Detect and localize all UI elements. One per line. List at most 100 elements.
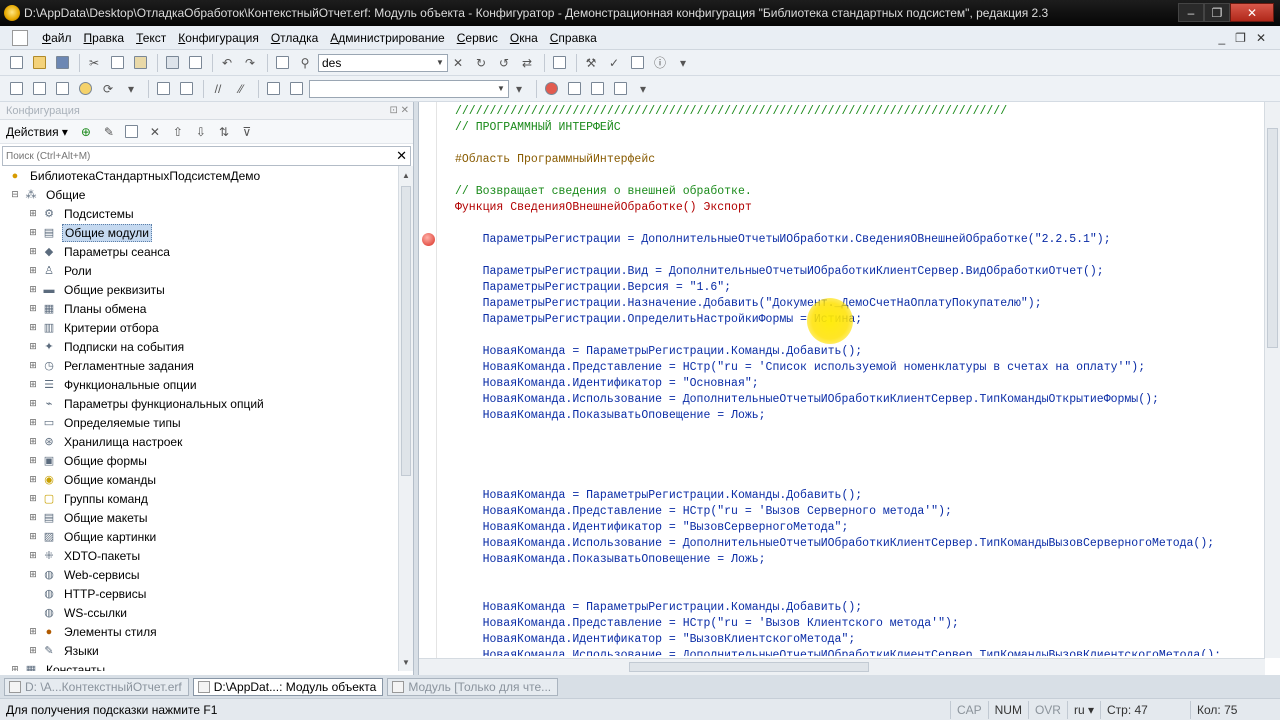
disable-breakpoint-icon[interactable]	[610, 79, 630, 99]
breakpoint-icon[interactable]	[541, 79, 561, 99]
code-editor[interactable]: ////////////////////////////////////////…	[418, 102, 1280, 675]
chevron-down-icon[interactable]: ▼	[494, 81, 508, 97]
move-down-icon[interactable]: ⇩	[191, 122, 211, 142]
mdi-close-button[interactable]: ✕	[1256, 31, 1266, 45]
code-line[interactable]: ПараметрыРегистрации.ОпределитьНастройки…	[455, 312, 1263, 328]
code-line[interactable]: НоваяКоманда = ПараметрыРегистрации.Кома…	[455, 344, 1263, 360]
menu-configuration[interactable]: Конфигурация	[172, 31, 265, 45]
tree-item-xdto-packages[interactable]: ⊞ ⁜ XDTO-пакеты	[0, 546, 398, 565]
menu-service[interactable]: Сервис	[451, 31, 504, 45]
window-tab-object-module[interactable]: D:\AppDat...: Модуль объекта	[192, 677, 384, 696]
tree-item-subsystems[interactable]: ⊞ ⚙ Подсистемы	[0, 204, 398, 223]
expand-icon[interactable]: ⊞	[28, 398, 38, 409]
search-icon[interactable]: ⚲	[295, 53, 315, 73]
outdent-icon[interactable]	[176, 79, 196, 99]
expand-icon[interactable]: ⊞	[28, 227, 38, 238]
scrollbar-thumb[interactable]	[1267, 128, 1278, 348]
tree-item-common-forms[interactable]: ⊞ ▣ Общие формы	[0, 451, 398, 470]
tree-node-root[interactable]: ● БиблиотекаСтандартныхПодсистемДемо	[0, 166, 398, 185]
expand-icon[interactable]: ⊞	[28, 512, 38, 523]
expand-icon[interactable]: ⊞	[28, 341, 38, 352]
tree-item-web-services[interactable]: ⊞ ◍ Web-сервисы	[0, 565, 398, 584]
close-button[interactable]: ✕	[1230, 3, 1274, 22]
edit-icon[interactable]: ✎	[99, 122, 119, 142]
tree-item-scheduled-jobs[interactable]: ⊞ ◷ Регламентные задания	[0, 356, 398, 375]
code-line[interactable]: НоваяКоманда.Использование = Дополнитель…	[455, 648, 1263, 656]
expand-icon[interactable]: ⊞	[28, 284, 38, 295]
code-line[interactable]: ПараметрыРегистрации.Версия = "1.6";	[455, 280, 1263, 296]
code-line[interactable]: НоваяКоманда.Использование = Дополнитель…	[455, 536, 1263, 552]
breakpoint-marker-icon[interactable]	[422, 233, 435, 246]
code-line[interactable]	[455, 136, 1263, 152]
update-db-icon[interactable]: ⟳	[98, 79, 118, 99]
menu-help[interactable]: Справка	[544, 31, 603, 45]
comment-icon[interactable]: //	[208, 79, 228, 99]
tree-item-ws-links[interactable]: ◍ WS-ссылки	[0, 603, 398, 622]
tree-item-session-params[interactable]: ⊞ ◆ Параметры сеанса	[0, 242, 398, 261]
expand-icon[interactable]: ⊞	[28, 645, 38, 656]
code-line[interactable]	[455, 584, 1263, 600]
uncomment-icon[interactable]: ⁄⁄	[231, 79, 251, 99]
code-line[interactable]: ПараметрыРегистрации.Назначение.Добавить…	[455, 296, 1263, 312]
scrollbar-thumb[interactable]	[629, 662, 869, 672]
collapse-icon[interactable]: ⊟	[10, 189, 20, 200]
scroll-up-icon[interactable]: ▲	[399, 168, 413, 182]
add-icon[interactable]: ⊕	[76, 122, 96, 142]
syntax-check-icon[interactable]: ✓	[604, 53, 624, 73]
code-line[interactable]: НоваяКоманда.Представление = НСтр("ru = …	[455, 504, 1263, 520]
editor-horizontal-scrollbar[interactable]	[419, 658, 1265, 675]
find-in-text-icon[interactable]	[272, 53, 292, 73]
code-line[interactable]: ПараметрыРегистрации.Вид = Дополнительны…	[455, 264, 1263, 280]
code-line[interactable]	[455, 424, 1263, 440]
windows-icon[interactable]	[549, 53, 569, 73]
config-window-icon[interactable]	[6, 79, 26, 99]
menu-windows[interactable]: Окна	[504, 31, 544, 45]
code-line[interactable]: НоваяКоманда.Использование = Дополнитель…	[455, 392, 1263, 408]
code-line[interactable]: НоваяКоманда.Представление = НСтр("ru = …	[455, 360, 1263, 376]
editor-gutter[interactable]	[419, 102, 437, 658]
code-line[interactable]: // ПРОГРАММНЫЙ ИНТЕРФЕЙС	[455, 120, 1263, 136]
editor-vertical-scrollbar[interactable]	[1264, 102, 1280, 658]
mdi-minimize-button[interactable]: _	[1218, 31, 1225, 45]
code-line[interactable]	[455, 568, 1263, 584]
find-prev-icon[interactable]: ↺	[494, 53, 514, 73]
code-line[interactable]: // Возвращает сведения о внешней обработ…	[455, 184, 1263, 200]
tree-node-common[interactable]: ⊟ ⁂ Общие	[0, 185, 398, 204]
expand-icon[interactable]: ⊞	[28, 208, 38, 219]
code-line[interactable]: ПараметрыРегистрации = ДополнительныеОтч…	[455, 232, 1263, 248]
find-next-icon[interactable]: ↻	[471, 53, 491, 73]
tree-item-exchange-plans[interactable]: ⊞ ▦ Планы обмена	[0, 299, 398, 318]
tree-item-http-services[interactable]: ◍ HTTP-сервисы	[0, 584, 398, 603]
tree-item-common-modules[interactable]: ⊞ ▤ Общие модули	[0, 223, 398, 242]
expand-icon[interactable]: ⊞	[28, 455, 38, 466]
window-tab-report[interactable]: D: \A...КонтекстныйОтчет.erf	[4, 677, 189, 696]
combo-dropdown-icon[interactable]: ▾	[509, 79, 529, 99]
list-icon[interactable]	[52, 79, 72, 99]
code-line[interactable]: НоваяКоманда.Идентификатор = "ВызовКлиен…	[455, 632, 1263, 648]
print-icon[interactable]	[162, 53, 182, 73]
code-line[interactable]	[455, 248, 1263, 264]
expand-icon[interactable]: ⊞	[28, 531, 38, 542]
bookmark-icon[interactable]	[263, 79, 283, 99]
undo-icon[interactable]: ↶	[217, 53, 237, 73]
code-line[interactable]: НоваяКоманда.ПоказыватьОповещение = Ложь…	[455, 408, 1263, 424]
copy-object-icon[interactable]	[122, 122, 142, 142]
tree-search-input[interactable]	[3, 150, 383, 162]
table-icon[interactable]	[29, 79, 49, 99]
goto-icon[interactable]	[286, 79, 306, 99]
code-line[interactable]: НоваяКоманда.ПоказыватьОповещение = Ложь…	[455, 552, 1263, 568]
code-line[interactable]: НоваяКоманда.Представление = НСтр("ru = …	[455, 616, 1263, 632]
tree-item-roles[interactable]: ⊞ ♙ Роли	[0, 261, 398, 280]
code-line[interactable]	[455, 440, 1263, 456]
menu-debug[interactable]: Отладка	[265, 31, 324, 45]
expand-icon[interactable]: ⊞	[28, 265, 38, 276]
expand-icon[interactable]: ⊞	[28, 246, 38, 257]
expand-icon[interactable]: ⊞	[28, 322, 38, 333]
scrollbar-thumb[interactable]	[401, 186, 411, 476]
clear-search-icon[interactable]: ✕	[448, 53, 468, 73]
code-line[interactable]: #Область ПрограммныйИнтерфейс–	[455, 152, 1263, 168]
expand-icon[interactable]: ⊞	[28, 360, 38, 371]
actions-menu-button[interactable]: Действия ▾	[6, 125, 68, 139]
tree-item-common-commands[interactable]: ⊞ ◉ Общие команды	[0, 470, 398, 489]
start-debug-icon[interactable]	[75, 79, 95, 99]
